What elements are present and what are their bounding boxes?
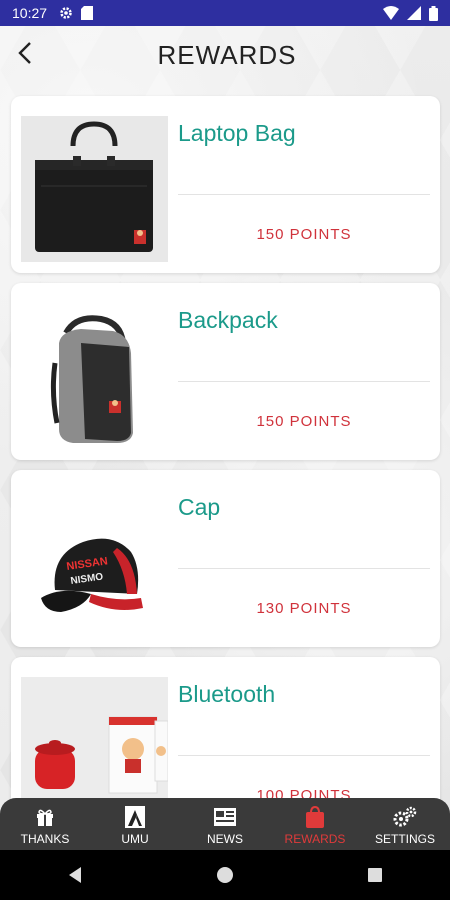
laptop-bag-image (21, 116, 168, 262)
shopping-bag-icon (305, 805, 325, 829)
gift-icon (35, 805, 55, 829)
page-title: REWARDS (157, 39, 297, 70)
nav-label: NEWS (207, 832, 243, 846)
header: REWARDS (0, 26, 450, 84)
umu-logo-icon (125, 805, 145, 829)
nav-label: REWARDS (284, 832, 346, 846)
gears-icon (393, 805, 417, 829)
reward-card-backpack[interactable]: Backpack 150 POINTS (11, 283, 440, 460)
rewards-list: Laptop Bag 150 POINTS Backpack 150 POINT… (11, 96, 440, 844)
reward-name: Backpack (178, 307, 278, 333)
divider (178, 381, 430, 382)
reward-name: Laptop Bag (178, 120, 296, 146)
battery-icon (429, 5, 438, 21)
back-button[interactable] (10, 38, 40, 68)
home-circle-icon[interactable] (216, 866, 234, 884)
reward-name: Bluetooth (178, 681, 276, 707)
status-time: 10:27 (12, 5, 48, 21)
reward-card-cap[interactable]: NISSAN NISMO Cap 130 POINTS (11, 470, 440, 647)
recents-square-icon[interactable] (367, 867, 383, 883)
reward-points: 130 POINTS (256, 600, 352, 617)
system-navigation-bar (0, 850, 450, 900)
nav-label: UMU (121, 832, 149, 846)
reward-card-laptop-bag[interactable]: Laptop Bag 150 POINTS (11, 96, 440, 273)
nav-label: THANKS (20, 832, 70, 846)
divider (178, 755, 430, 756)
sd-card-icon (81, 6, 94, 20)
news-icon (214, 805, 236, 829)
app-screen: 10:27 REWARDS Laptop Bag 150 POINTS Back… (0, 0, 450, 900)
signal-icon (407, 6, 421, 20)
chevron-left-icon (18, 42, 31, 64)
reward-points: 150 POINTS (256, 413, 352, 430)
bottom-navigation: THANKS UMU NEWS REWARDS SETTINGS (0, 798, 450, 850)
reward-points: 150 POINTS (256, 226, 352, 243)
reward-name: Cap (178, 494, 221, 520)
status-bar: 10:27 (0, 0, 450, 26)
nav-thanks[interactable]: THANKS (0, 805, 90, 846)
back-triangle-icon[interactable] (67, 866, 83, 884)
divider (178, 568, 430, 569)
wifi-icon (383, 6, 399, 20)
nav-news[interactable]: NEWS (180, 805, 270, 846)
settings-status-icon (60, 7, 72, 19)
backpack-image (21, 303, 168, 449)
nav-settings[interactable]: SETTINGS (360, 805, 450, 846)
divider (178, 194, 430, 195)
nav-umu[interactable]: UMU (90, 805, 180, 846)
nav-label: SETTINGS (374, 832, 435, 846)
nav-rewards[interactable]: REWARDS (270, 805, 360, 846)
cap-image: NISSAN NISMO (21, 490, 168, 636)
